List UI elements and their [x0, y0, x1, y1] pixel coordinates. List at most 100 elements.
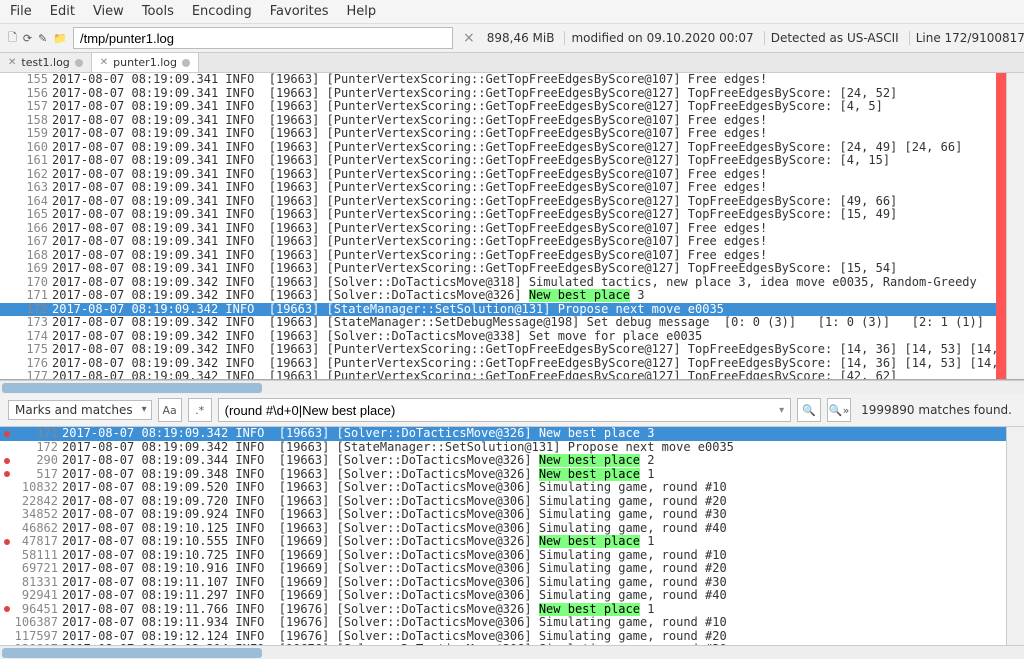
log-text: 2017-08-07 08:19:11.297 INFO [19669] [So…: [62, 589, 1006, 603]
log-row[interactable]: 697212017-08-07 08:19:10.916 INFO [19669…: [0, 562, 1006, 576]
search-input-box[interactable]: ▾: [218, 398, 791, 422]
log-row[interactable]: 1552017-08-07 08:19:09.341 INFO [19663] …: [0, 73, 996, 87]
search-input[interactable]: [225, 403, 775, 418]
line-number: 175: [14, 343, 52, 357]
tab-test1-log[interactable]: ✕ test1.log: [0, 53, 92, 72]
log-row[interactable]: 964512017-08-07 08:19:11.766 INFO [19676…: [0, 603, 1006, 617]
status-position: Line 172/9100817: [909, 31, 1024, 45]
log-row[interactable]: 468622017-08-07 08:19:10.125 INFO [19663…: [0, 522, 1006, 536]
line-number: 47817: [14, 535, 62, 549]
new-file-icon[interactable]: 🗋: [8, 31, 17, 45]
log-row[interactable]: 1712017-08-07 08:19:09.342 INFO [19663] …: [0, 289, 996, 303]
log-text: 2017-08-07 08:19:11.934 INFO [19676] [So…: [62, 616, 1006, 630]
log-row[interactable]: 1712017-08-07 08:19:09.342 INFO [19663] …: [0, 427, 1006, 441]
log-row[interactable]: 1592017-08-07 08:19:09.341 INFO [19663] …: [0, 127, 996, 141]
line-number: 164: [14, 195, 52, 209]
menu-edit[interactable]: Edit: [50, 4, 75, 19]
log-row[interactable]: 581112017-08-07 08:19:10.725 INFO [19669…: [0, 549, 1006, 563]
vscroll-bottom[interactable]: [1006, 427, 1024, 645]
log-row[interactable]: 1722017-08-07 08:19:09.342 INFO [19663] …: [0, 303, 996, 317]
reload-icon[interactable]: ⟳: [23, 31, 32, 45]
folder-icon[interactable]: 📁: [53, 31, 67, 45]
log-row[interactable]: 1722017-08-07 08:19:09.342 INFO [19663] …: [0, 441, 1006, 455]
log-row[interactable]: 1692017-08-07 08:19:09.341 INFO [19663] …: [0, 262, 996, 276]
row-marker: [0, 289, 14, 303]
menu-favorites[interactable]: Favorites: [270, 4, 329, 19]
log-row[interactable]: 1662017-08-07 08:19:09.341 INFO [19663] …: [0, 222, 996, 236]
log-row[interactable]: 1752017-08-07 08:19:09.342 INFO [19663] …: [0, 343, 996, 357]
row-marker: [0, 168, 14, 182]
row-marker: [0, 195, 14, 209]
hscroll-main[interactable]: [0, 380, 1024, 394]
log-row[interactable]: 1582017-08-07 08:19:09.341 INFO [19663] …: [0, 114, 996, 128]
status-modified: modified on 09.10.2020 00:07: [564, 31, 759, 45]
clear-path-icon[interactable]: ×: [463, 30, 475, 46]
log-filter-pane[interactable]: 1712017-08-07 08:19:09.342 INFO [19663] …: [0, 427, 1024, 645]
tab-label: test1.log: [21, 56, 69, 69]
log-row[interactable]: 1632017-08-07 08:19:09.341 INFO [19663] …: [0, 181, 996, 195]
menu-encoding[interactable]: Encoding: [192, 4, 252, 19]
line-number: 92941: [14, 589, 62, 603]
dropdown-icon[interactable]: ▾: [779, 405, 784, 416]
log-row[interactable]: 1612017-08-07 08:19:09.341 INFO [19663] …: [0, 154, 996, 168]
line-number: 172: [14, 303, 52, 317]
line-number: 161: [14, 154, 52, 168]
line-number: 10832: [14, 481, 62, 495]
search-mode-dropdown[interactable]: Marks and matches: [8, 400, 152, 420]
line-number: 169: [14, 262, 52, 276]
regex-button[interactable]: .*: [188, 398, 212, 422]
menu-help[interactable]: Help: [347, 4, 377, 19]
close-icon[interactable]: ✕: [8, 57, 16, 68]
log-row[interactable]: 813312017-08-07 08:19:11.107 INFO [19669…: [0, 576, 1006, 590]
search-button[interactable]: 🔍: [797, 398, 821, 422]
case-sensitive-button[interactable]: Aa: [158, 398, 182, 422]
log-row[interactable]: 1175972017-08-07 08:19:12.124 INFO [1967…: [0, 630, 1006, 644]
row-marker: [0, 141, 14, 155]
row-marker: [0, 316, 14, 330]
log-row[interactable]: 1063872017-08-07 08:19:11.934 INFO [1967…: [0, 616, 1006, 630]
search-next-button[interactable]: 🔍»: [827, 398, 851, 422]
log-row[interactable]: 1772017-08-07 08:19:09.342 INFO [19663] …: [0, 370, 996, 379]
hscroll-bottom[interactable]: [0, 645, 1024, 659]
line-number: 171: [14, 427, 62, 441]
log-row[interactable]: 1672017-08-07 08:19:09.341 INFO [19663] …: [0, 235, 996, 249]
log-row[interactable]: 5172017-08-07 08:19:09.348 INFO [19663] …: [0, 468, 1006, 482]
row-marker: [0, 303, 14, 317]
log-row[interactable]: 1572017-08-07 08:19:09.341 INFO [19663] …: [0, 100, 996, 114]
log-main-pane[interactable]: 1552017-08-07 08:19:09.341 INFO [19663] …: [0, 73, 1024, 380]
log-row[interactable]: 478172017-08-07 08:19:10.555 INFO [19669…: [0, 535, 1006, 549]
log-text: 2017-08-07 08:19:12.124 INFO [19676] [So…: [62, 630, 1006, 644]
path-input-box[interactable]: [73, 27, 453, 49]
row-marker: [0, 357, 14, 371]
save-icon[interactable]: ✎: [38, 31, 47, 45]
log-row[interactable]: 929412017-08-07 08:19:11.297 INFO [19669…: [0, 589, 1006, 603]
menu-tools[interactable]: Tools: [142, 4, 174, 19]
overview-ruler[interactable]: [996, 73, 1006, 379]
log-text: 2017-08-07 08:19:09.520 INFO [19663] [So…: [62, 481, 1006, 495]
log-text: 2017-08-07 08:19:09.341 INFO [19663] [Pu…: [52, 100, 996, 114]
tab-punter1-log[interactable]: ✕punter1.log: [92, 53, 199, 72]
log-row[interactable]: 1642017-08-07 08:19:09.341 INFO [19663] …: [0, 195, 996, 209]
path-input[interactable]: [80, 31, 446, 46]
close-icon[interactable]: ✕: [100, 57, 108, 68]
log-row[interactable]: 2902017-08-07 08:19:09.344 INFO [19663] …: [0, 454, 1006, 468]
log-row[interactable]: 1682017-08-07 08:19:09.341 INFO [19663] …: [0, 249, 996, 263]
log-row[interactable]: 348522017-08-07 08:19:09.924 INFO [19663…: [0, 508, 1006, 522]
log-row[interactable]: 1562017-08-07 08:19:09.341 INFO [19663] …: [0, 87, 996, 101]
log-row[interactable]: 1622017-08-07 08:19:09.341 INFO [19663] …: [0, 168, 996, 182]
line-number: 106387: [14, 616, 62, 630]
log-row[interactable]: 108322017-08-07 08:19:09.520 INFO [19663…: [0, 481, 1006, 495]
menu-file[interactable]: File: [10, 4, 32, 19]
log-row[interactable]: 1702017-08-07 08:19:09.342 INFO [19663] …: [0, 276, 996, 290]
vscroll[interactable]: [1006, 73, 1024, 379]
log-row[interactable]: 1742017-08-07 08:19:09.342 INFO [19663] …: [0, 330, 996, 344]
row-marker: [0, 616, 14, 630]
log-row[interactable]: 1762017-08-07 08:19:09.342 INFO [19663] …: [0, 357, 996, 371]
match-highlight: New best place: [539, 603, 640, 616]
log-row[interactable]: 1602017-08-07 08:19:09.341 INFO [19663] …: [0, 141, 996, 155]
log-row[interactable]: 1732017-08-07 08:19:09.342 INFO [19663] …: [0, 316, 996, 330]
log-row[interactable]: 1652017-08-07 08:19:09.341 INFO [19663] …: [0, 208, 996, 222]
log-row[interactable]: 228422017-08-07 08:19:09.720 INFO [19663…: [0, 495, 1006, 509]
menu-view[interactable]: View: [93, 4, 124, 19]
line-number: 517: [14, 468, 62, 482]
